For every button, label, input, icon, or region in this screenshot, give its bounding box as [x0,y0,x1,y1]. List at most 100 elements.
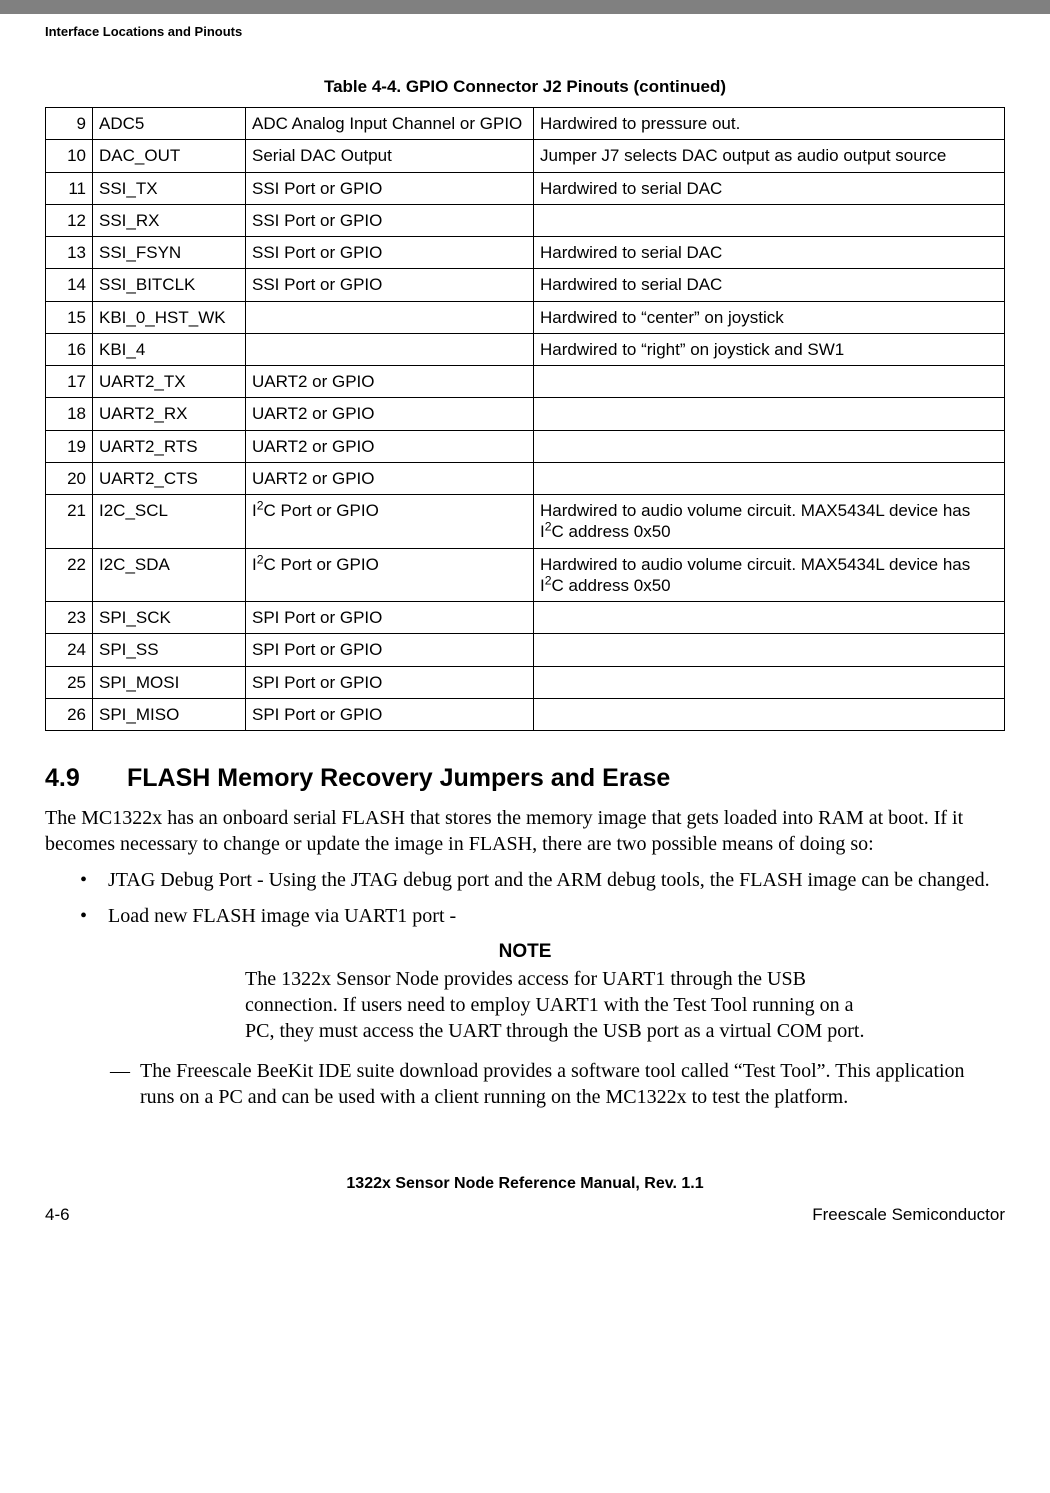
note-cell [534,602,1005,634]
pin-cell: 21 [46,495,93,549]
page-content: Interface Locations and Pinouts Table 4-… [0,24,1050,1193]
table-row: 13SSI_FSYNSSI Port or GPIOHardwired to s… [46,237,1005,269]
note-cell [534,462,1005,494]
note-cell [534,634,1005,666]
note-heading: NOTE [45,941,1005,963]
bullet-text: Load new FLASH image via UART1 port - [108,903,1005,929]
intro-paragraph: The MC1322x has an onboard serial FLASH … [45,805,1005,857]
footer: 1322x Sensor Node Reference Manual, Rev.… [45,1175,1005,1193]
note-cell [534,430,1005,462]
table-row: 11SSI_TXSSI Port or GPIOHardwired to ser… [46,172,1005,204]
function-cell: ADC Analog Input Channel or GPIO [246,108,534,140]
table-row: 20UART2_CTSUART2 or GPIO [46,462,1005,494]
pin-cell: 22 [46,548,93,602]
table-row: 15KBI_0_HST_WK Hardwired to “center” on j… [46,301,1005,333]
section-heading: 4.9FLASH Memory Recovery Jumpers and Era… [45,764,1005,793]
note-cell [534,698,1005,730]
bullet-marker: • [45,903,108,929]
table-row: 17UART2_TXUART2 or GPIO [46,366,1005,398]
table-row: 26SPI_MISOSPI Port or GPIO [46,698,1005,730]
note-cell [534,204,1005,236]
note-cell: Jumper J7 selects DAC output as audio ou… [534,140,1005,172]
name-cell: KBI_4 [93,333,246,365]
section-title: FLASH Memory Recovery Jumpers and Erase [127,764,670,792]
top-bar [0,0,1050,14]
function-cell: SSI Port or GPIO [246,269,534,301]
table-row: 23SPI_SCKSPI Port or GPIO [46,602,1005,634]
note-body: The 1322x Sensor Node provides access fo… [45,966,1020,1044]
bullet-text: JTAG Debug Port - Using the JTAG debug p… [108,867,1005,893]
bullet-list: •JTAG Debug Port - Using the JTAG debug … [45,867,1005,929]
note-cell [534,666,1005,698]
pin-cell: 12 [46,204,93,236]
name-cell: SSI_RX [93,204,246,236]
table-row: 21I2C_SCLI2C Port or GPIOHardwired to au… [46,495,1005,549]
note-cell: Hardwired to “right” on joystick and SW1 [534,333,1005,365]
name-cell: I2C_SDA [93,548,246,602]
note-cell [534,398,1005,430]
pin-cell: 13 [46,237,93,269]
name-cell: UART2_RTS [93,430,246,462]
name-cell: KBI_0_HST_WK [93,301,246,333]
function-cell: SSI Port or GPIO [246,204,534,236]
pin-cell: 26 [46,698,93,730]
pinout-table: 9ADC5ADC Analog Input Channel or GPIOHar… [45,107,1005,731]
pin-cell: 9 [46,108,93,140]
name-cell: UART2_CTS [93,462,246,494]
table-row: 16KBI_4 Hardwired to “right” on joystick … [46,333,1005,365]
function-cell: SPI Port or GPIO [246,698,534,730]
pin-cell: 23 [46,602,93,634]
pin-cell: 19 [46,430,93,462]
note-cell: Hardwired to audio volume circuit. MAX54… [534,495,1005,549]
sub-bullet: — The Freescale BeeKit IDE suite downloa… [45,1058,1005,1110]
name-cell: SPI_MISO [93,698,246,730]
pin-cell: 14 [46,269,93,301]
pin-cell: 18 [46,398,93,430]
note-cell: Hardwired to serial DAC [534,269,1005,301]
section-number: 4.9 [45,764,127,793]
table-row: 24SPI_SSSPI Port or GPIO [46,634,1005,666]
name-cell: SSI_BITCLK [93,269,246,301]
footer-row: 4-6 Freescale Semiconductor [0,1205,1050,1241]
name-cell: UART2_TX [93,366,246,398]
footer-company: Freescale Semiconductor [812,1205,1005,1225]
table-row: 25SPI_MOSISPI Port or GPIO [46,666,1005,698]
function-cell: I2C Port or GPIO [246,495,534,549]
footer-title: 1322x Sensor Node Reference Manual, Rev.… [45,1175,1005,1193]
name-cell: UART2_RX [93,398,246,430]
sub-bullet-text: The Freescale BeeKit IDE suite download … [140,1058,1005,1110]
bullet-marker: • [45,867,108,893]
name-cell: SPI_SCK [93,602,246,634]
header-label: Interface Locations and Pinouts [45,24,1005,39]
note-cell: Hardwired to pressure out. [534,108,1005,140]
function-cell: SPI Port or GPIO [246,634,534,666]
name-cell: SSI_FSYN [93,237,246,269]
function-cell: UART2 or GPIO [246,430,534,462]
note-cell: Hardwired to audio volume circuit. MAX54… [534,548,1005,602]
note-cell: Hardwired to serial DAC [534,172,1005,204]
pin-cell: 16 [46,333,93,365]
list-item: •Load new FLASH image via UART1 port - [45,903,1005,929]
pin-cell: 25 [46,666,93,698]
function-cell: UART2 or GPIO [246,462,534,494]
pin-cell: 11 [46,172,93,204]
table-row: 19UART2_RTSUART2 or GPIO [46,430,1005,462]
pin-cell: 24 [46,634,93,666]
function-cell: SPI Port or GPIO [246,666,534,698]
function-cell: SSI Port or GPIO [246,172,534,204]
name-cell: ADC5 [93,108,246,140]
name-cell: SPI_SS [93,634,246,666]
note-cell: Hardwired to “center” on joystick [534,301,1005,333]
name-cell: SSI_TX [93,172,246,204]
name-cell: DAC_OUT [93,140,246,172]
function-cell: UART2 or GPIO [246,366,534,398]
dash-marker: — [45,1058,140,1110]
pin-cell: 20 [46,462,93,494]
pin-cell: 17 [46,366,93,398]
function-cell [246,333,534,365]
table-row: 10DAC_OUTSerial DAC OutputJumper J7 sele… [46,140,1005,172]
page-number: 4-6 [45,1205,70,1225]
pin-cell: 15 [46,301,93,333]
name-cell: I2C_SCL [93,495,246,549]
function-cell: UART2 or GPIO [246,398,534,430]
